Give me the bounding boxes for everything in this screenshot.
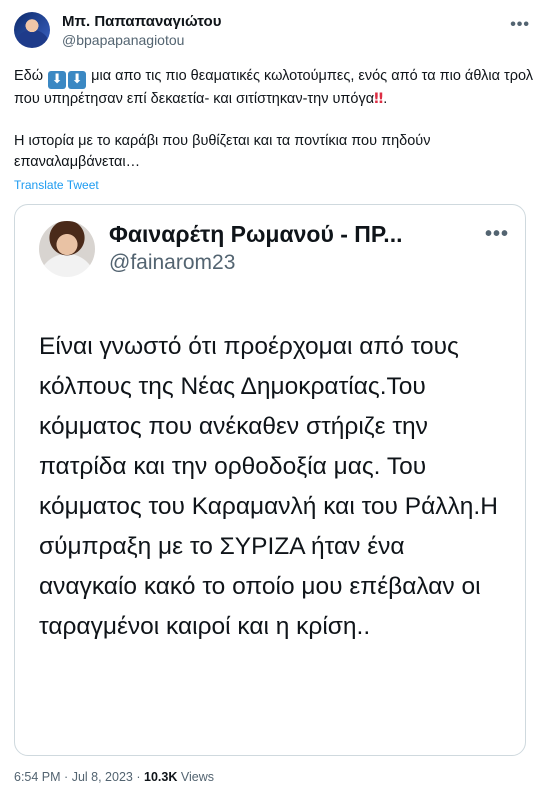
meta-separator: · [136,770,141,784]
quoted-author-handle[interactable]: @fainarom23 [109,251,235,275]
tweet-paragraph-2: Η ιστορία με το καράβι που βυθίζεται και… [14,133,431,170]
views-count: 10.3K [144,770,178,784]
meta-separator: · [64,770,69,784]
avatar[interactable] [14,12,50,48]
quoted-author-name[interactable]: Φαιναρέτη Ρωμανού - ΠΡ... [109,221,402,248]
views-label: Views [180,770,214,784]
author-handle[interactable]: @bpapapanagiotou [62,32,184,48]
tweet-text-prefix: Εδώ [14,68,44,84]
quoted-tweet-card[interactable]: Φαιναρέτη Ρωμανού - ΠΡ... @fainarom23 ••… [14,204,526,756]
tweet-text-main: μια απο τις πιο θεαματικές κωλοτούμπες, … [14,68,534,107]
quoted-avatar[interactable] [39,221,95,277]
tweet-date[interactable]: Jul 8, 2023 [72,770,133,784]
tweet-time[interactable]: 6:54 PM [14,770,61,784]
tweet-meta: 6:54 PM · Jul 8, 2023 · 10.3K Views [14,770,214,784]
author-name[interactable]: Μπ. Παπαπαναγιώτου [62,13,221,30]
tweet-paragraph-1: Εδώ ⬇ ⬇ μια απο τις πιο θεαματικές κωλοτο… [14,66,534,110]
tweet-text-end: . [383,91,388,107]
quoted-tweet-text: Είναι γνωστό ότι προέρχομαι από τους κόλ… [39,333,498,640]
tweet-header: Μπ. Παπαπαναγιώτου @bpapapanagiotou ••• [14,10,534,54]
more-icon[interactable]: ••• [510,16,530,34]
arrow-down-emoji-icon: ⬇ [48,71,67,89]
arrow-down-emoji-icon: ⬇ [68,71,87,89]
more-icon[interactable]: ••• [485,223,509,246]
translate-tweet-link[interactable]: Translate Tweet [14,178,99,192]
double-exclamation-emoji-icon: ‼ [374,91,384,107]
tweet: Μπ. Παπαπαναγιώτου @bpapapanagiotou ••• … [0,0,546,800]
tweet-text: Εδώ ⬇ ⬇ μια απο τις πιο θεαματικές κωλοτο… [14,66,534,173]
